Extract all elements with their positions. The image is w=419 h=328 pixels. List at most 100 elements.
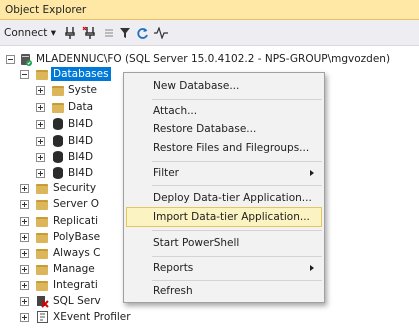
submenu-arrow-icon [310,170,314,176]
menu-item-label: Deploy Data-tier Application... [153,192,312,204]
expand-toggle[interactable] [20,249,29,258]
collapse-toggle[interactable] [6,55,15,64]
menu-item-label: Attach... [153,105,198,117]
profiler-icon [37,311,49,323]
tree-item-management[interactable]: Manage [0,262,130,277]
menu-item-attach[interactable]: Attach... [126,101,322,121]
tree-item-label: BI4D [68,135,94,147]
connect-object-icon[interactable] [63,25,77,41]
folder-icon [36,70,48,80]
expand-toggle[interactable] [20,233,29,242]
menu-separator [152,99,322,100]
expand-toggle[interactable] [20,184,29,193]
expand-toggle[interactable] [20,217,29,226]
tree-item-label: Replicati [53,215,99,227]
menu-item-label: New Database... [153,80,240,92]
tree-item-label: Security [53,182,97,194]
folder-icon [36,217,48,227]
menu-item-label: Refresh [153,285,193,297]
menu-item-refresh[interactable]: Refresh [126,281,322,301]
tree-item-server-objects[interactable]: Server O [0,197,130,212]
stop-icon[interactable] [103,25,115,41]
databases-node[interactable]: Databases [0,67,140,82]
expand-toggle[interactable] [36,120,45,129]
expand-toggle[interactable] [36,137,45,146]
tree-item-label: BI4D [68,118,94,130]
menu-item-restore-database[interactable]: Restore Database... [126,119,322,139]
server-label: MLADENNUC\FO (SQL Server 15.0.4102.2 - N… [36,53,391,65]
tree-item-label: Syste [68,84,97,96]
tree-item-replication[interactable]: Replicati [0,214,130,229]
menu-separator [152,185,322,186]
expand-toggle[interactable] [20,297,29,306]
activity-monitor-icon[interactable] [154,25,168,41]
tree-item-always-on[interactable]: Always C [0,246,130,261]
tree-item-label: Server O [53,198,100,210]
collapse-toggle[interactable] [20,70,29,79]
menu-item-label: Restore Files and Filegroups... [153,142,310,154]
menu-item-import-data-tier-application[interactable]: Import Data-tier Application... [126,207,322,227]
tree-item-database[interactable]: BI4D [0,150,130,165]
tree-item-security[interactable]: Security [0,181,130,196]
menu-item-reports[interactable]: Reports [126,258,322,278]
panel-title: Object Explorer [5,4,87,16]
folder-icon [36,184,48,194]
tree-item-integration-services[interactable]: Integrati [0,278,130,293]
folder-icon [36,265,48,275]
connect-label: Connect ▾ [4,27,57,39]
menu-item-label: Start PowerShell [153,237,240,249]
menu-item-label: Reports [153,262,194,274]
context-menu: New Database... Attach... Restore Databa… [123,72,325,303]
expand-toggle[interactable] [20,313,29,322]
menu-item-start-powershell[interactable]: Start PowerShell [126,233,322,253]
expand-toggle[interactable] [20,200,29,209]
tree-item-sql-server-agent[interactable]: SQL Serv [0,294,130,309]
menu-item-filter[interactable]: Filter [126,163,322,183]
server-node[interactable]: MLADENNUC\FO (SQL Server 15.0.4102.2 - N… [0,52,419,67]
tree-item-label: Manage [53,263,95,275]
expand-toggle[interactable] [20,265,29,274]
menu-separator [152,256,322,257]
tree-item-label: BI4D [68,151,94,163]
tree-item-system-databases[interactable]: Syste [0,83,130,98]
refresh-icon[interactable] [136,25,149,41]
server-icon [20,53,32,66]
folder-icon [36,200,48,210]
menu-item-new-database[interactable]: New Database... [126,76,322,96]
tree-item-database[interactable]: BI4D [0,117,130,132]
folder-icon [36,281,48,291]
menu-item-label: Import Data-tier Application... [153,211,310,223]
expand-toggle[interactable] [36,103,45,112]
tree-item-database[interactable]: BI4D [0,166,130,181]
menu-separator [152,230,322,231]
object-explorer-panel: Object Explorer Connect ▾ MLADENNUC\FO (… [0,0,419,328]
menu-item-label: Filter [153,167,180,179]
expand-toggle[interactable] [36,86,45,95]
expand-toggle[interactable] [36,169,45,178]
expand-toggle[interactable] [20,281,29,290]
database-icon [53,118,63,130]
menu-separator [152,161,322,162]
tree-item-database[interactable]: BI4D [0,134,130,149]
tree-item-polybase[interactable]: PolyBase [0,230,130,245]
tree-item-xevent-profiler[interactable]: XEvent Profiler [0,310,160,325]
tree-item-label: SQL Serv [53,295,101,307]
disconnect-icon[interactable] [82,25,98,41]
filter-icon[interactable] [119,25,131,41]
folder-icon [36,233,48,243]
submenu-arrow-icon [310,265,314,271]
connect-button[interactable]: Connect ▾ [4,25,56,41]
agent-icon [36,295,49,308]
tree-item-label: PolyBase [53,231,101,243]
database-icon [53,151,63,163]
folder-icon [52,86,64,96]
tree-item-label: XEvent Profiler [53,311,131,323]
tree-item-label: BI4D [68,167,94,179]
menu-item-restore-files-filegroups[interactable]: Restore Files and Filegroups... [126,138,322,158]
menu-item-deploy-data-tier-application[interactable]: Deploy Data-tier Application... [126,188,322,208]
databases-label: Databases [51,67,111,81]
expand-toggle[interactable] [36,153,45,162]
tree-item-database-snapshots[interactable]: Data [0,100,130,115]
tree-item-label: Data [68,101,94,113]
database-icon [53,167,63,179]
